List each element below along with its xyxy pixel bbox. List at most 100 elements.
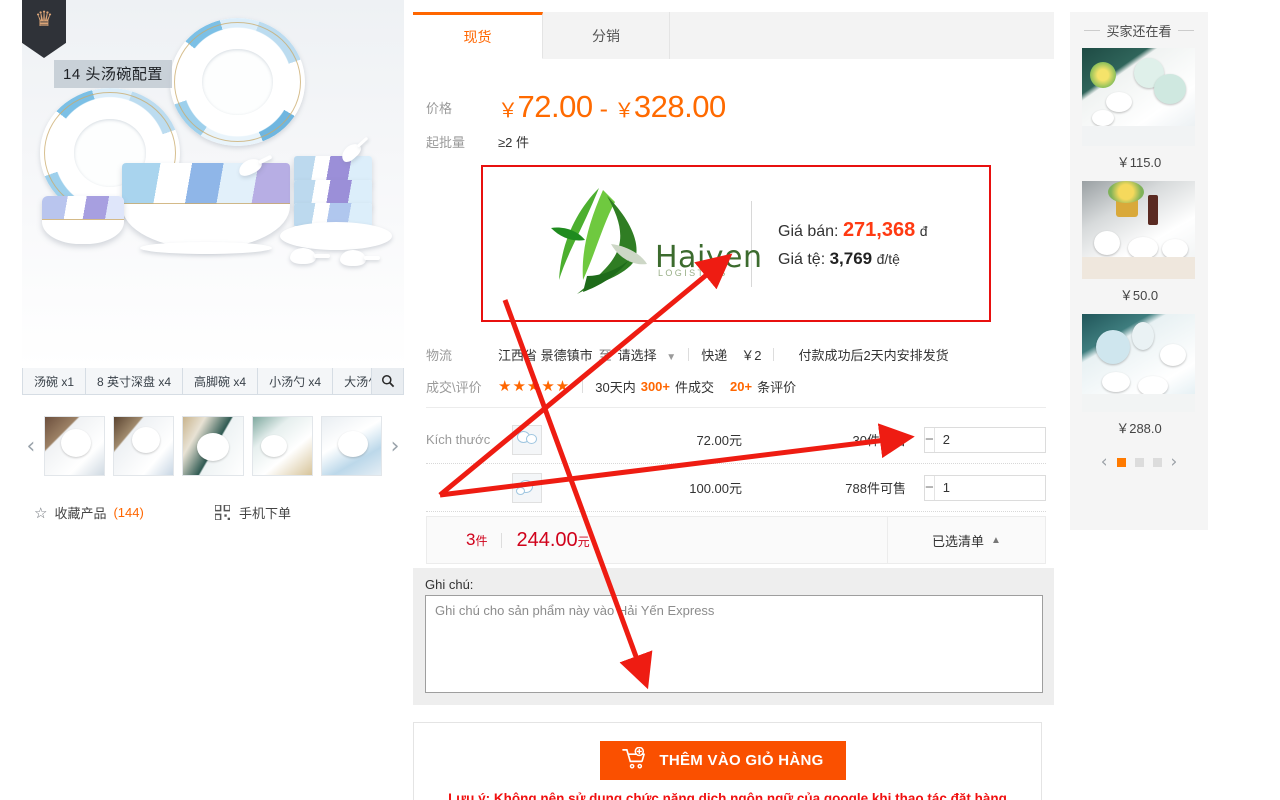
logistics-to-label: 至 [598, 347, 612, 363]
sell-price-line: Giá bán: 271,368 đ [778, 219, 927, 242]
product-gallery: 14 头汤碗配置 ♛ 汤碗 x1 8 英寸深盘 x4 高脚碗 x4 小汤勺 x4… [0, 0, 412, 800]
mobile-order-button[interactable]: 手机下单 [215, 503, 291, 522]
search-icon[interactable] [371, 368, 403, 394]
plate-back [170, 18, 305, 146]
thumbnail-item[interactable] [320, 416, 383, 476]
sell-price-value: 271,368 [842, 218, 916, 241]
moq-label: 起批量 [426, 134, 466, 150]
rail-carousel-nav: ‹ › [1070, 447, 1208, 477]
moq-row: 起批量 ≥2 件 [426, 131, 1046, 151]
total-amount-unit: 元 [577, 534, 590, 549]
thumbnail-item[interactable] [182, 416, 244, 476]
chevron-down-icon: ▼ [666, 351, 677, 363]
table-row: 100.00元 788件可售 − + [426, 464, 1131, 512]
shipping-method: 快递 [701, 347, 728, 363]
total-qty-unit: 件 [475, 534, 488, 548]
sku-chip-strip: 汤碗 x1 8 英寸深盘 x4 高脚碗 x4 小汤勺 x4 大汤勺 [22, 368, 404, 395]
quantity-stepper[interactable]: − + [924, 426, 1131, 453]
selected-list-toggle[interactable]: 已选清单 ▲ [887, 517, 1045, 563]
carousel-dot[interactable] [1134, 457, 1144, 467]
tab-filler [670, 12, 1054, 59]
minus-icon[interactable]: − [925, 475, 935, 500]
list-item[interactable]: ￥115.0 [1070, 48, 1208, 171]
bird-icon: Haiyen LOGISTICS [537, 184, 762, 304]
sku-chip[interactable]: 8 英寸深盘 x4 [86, 368, 184, 394]
logistics-row: 物流 江西省 景德镇市 至 请选择 ▼ 快递 ￥2 付款成功后2天内安排发货 [426, 343, 1046, 365]
qr-code-icon [215, 505, 230, 520]
tab-in-stock[interactable]: 现货 [413, 12, 543, 59]
star-outline-icon: ☆ [34, 504, 48, 522]
order-summary-bar: 3件 244.00元 已选清单 ▲ [426, 516, 1046, 564]
price-row: 价格 ￥ 72.00 - ￥ 328.00 [426, 88, 1046, 126]
price-max: 328.00 [633, 89, 726, 124]
product-photo [22, 0, 404, 368]
sku-chip[interactable]: 小汤勺 x4 [258, 368, 334, 394]
sold-count: 300+ [640, 378, 671, 394]
destination-select[interactable]: 请选择 ▼ [618, 345, 677, 364]
note-label: Ghi chú: [425, 577, 474, 592]
rate-value: 3,769 [829, 248, 873, 268]
star-rating: ★★★★★ [498, 378, 571, 395]
thumbnail-carousel: ‹ › [22, 415, 404, 477]
chevron-right-icon[interactable]: › [1171, 452, 1178, 472]
currency-symbol: ￥ [614, 100, 634, 122]
divider [582, 379, 584, 393]
favorite-product-button[interactable]: ☆ 收藏产品 (144) [34, 503, 144, 522]
list-item[interactable]: ￥288.0 [1070, 314, 1208, 437]
chevron-left-icon[interactable]: ‹ [1101, 452, 1108, 472]
thumbnail-item[interactable] [43, 416, 106, 476]
sold-period: 30天内 [595, 379, 636, 395]
cart-plus-icon [622, 746, 647, 774]
related-product-price: ￥50.0 [1119, 288, 1159, 303]
main-product-image[interactable]: 14 头汤碗配置 [22, 0, 404, 368]
add-to-cart-button[interactable]: THÊM VÀO GIỎ HÀNG [600, 741, 846, 780]
sell-price-unit: đ [919, 222, 928, 239]
rating-label: 成交\评价 [426, 379, 482, 395]
selected-list-label: 已选清单 [932, 533, 985, 549]
thumbnail-item[interactable] [251, 416, 313, 476]
haiyen-logo: Haiyen LOGISTICS [483, 167, 762, 320]
related-product-image[interactable] [1082, 181, 1195, 279]
carousel-dot[interactable] [1116, 457, 1126, 467]
image-title-overlay: 14 头汤碗配置 [54, 60, 172, 88]
haiyen-promo-box: Haiyen LOGISTICS Giá bán: 271,368 đ Giá … [481, 165, 991, 322]
divider [1177, 29, 1194, 31]
related-product-image[interactable] [1082, 48, 1195, 146]
chevron-right-icon[interactable]: › [386, 415, 404, 477]
rating-row: 成交\评价 ★★★★★ 30天内 300+ 件成交 20+ 条评价 [426, 375, 1046, 397]
price-label: 价格 [426, 100, 453, 116]
minus-icon[interactable]: − [925, 427, 935, 452]
divider [501, 532, 503, 548]
shipping-note: 付款成功后2天内安排发货 [798, 347, 949, 363]
exchange-rate-line: Giá tệ: 3,769 đ/tệ [778, 249, 927, 269]
bowl-large [122, 163, 290, 249]
related-product-image[interactable] [1082, 314, 1195, 412]
sku-chip[interactable]: 汤碗 x1 [23, 368, 87, 394]
list-item[interactable]: ￥50.0 [1070, 181, 1208, 304]
add-to-cart-panel: THÊM VÀO GIỎ HÀNG Lưu ý: Không nên sử dụ… [413, 722, 1042, 800]
sku-thumb-2[interactable] [512, 472, 542, 503]
haiyen-logistics-text: LOGISTICS [658, 267, 728, 278]
related-product-price: ￥288.0 [1116, 421, 1162, 436]
sku-stock: 30件可售 [852, 433, 906, 448]
price-range: ￥ 72.00 - ￥ 328.00 [498, 89, 726, 125]
logistics-label: 物流 [426, 347, 453, 363]
promo-price-block: Giá bán: 271,368 đ Giá tệ: 3,769 đ/tệ [752, 219, 927, 269]
moq-value: ≥2 件 [498, 134, 529, 150]
sold-unit: 件成交 [675, 379, 715, 395]
shipping-fee: ￥2 [741, 347, 762, 363]
note-textarea[interactable] [425, 595, 1043, 693]
sku-thumb-1[interactable] [512, 424, 542, 455]
total-amount-number: 244.00 [516, 528, 578, 551]
quantity-stepper[interactable]: − + [924, 474, 1131, 501]
logistics-origin: 江西省 景德镇市 [498, 347, 593, 363]
chevron-left-icon[interactable]: ‹ [22, 415, 40, 477]
sell-price-label: Giá bán: [778, 222, 839, 240]
tab-distribution[interactable]: 分销 [543, 12, 670, 59]
bowl-small-left [42, 196, 124, 244]
price-min: 72.00 [517, 89, 594, 124]
thumbnail-item[interactable] [113, 416, 175, 476]
carousel-dot[interactable] [1152, 457, 1162, 467]
rate-unit: đ/tệ [876, 250, 900, 267]
sku-chip[interactable]: 高脚碗 x4 [183, 368, 259, 394]
